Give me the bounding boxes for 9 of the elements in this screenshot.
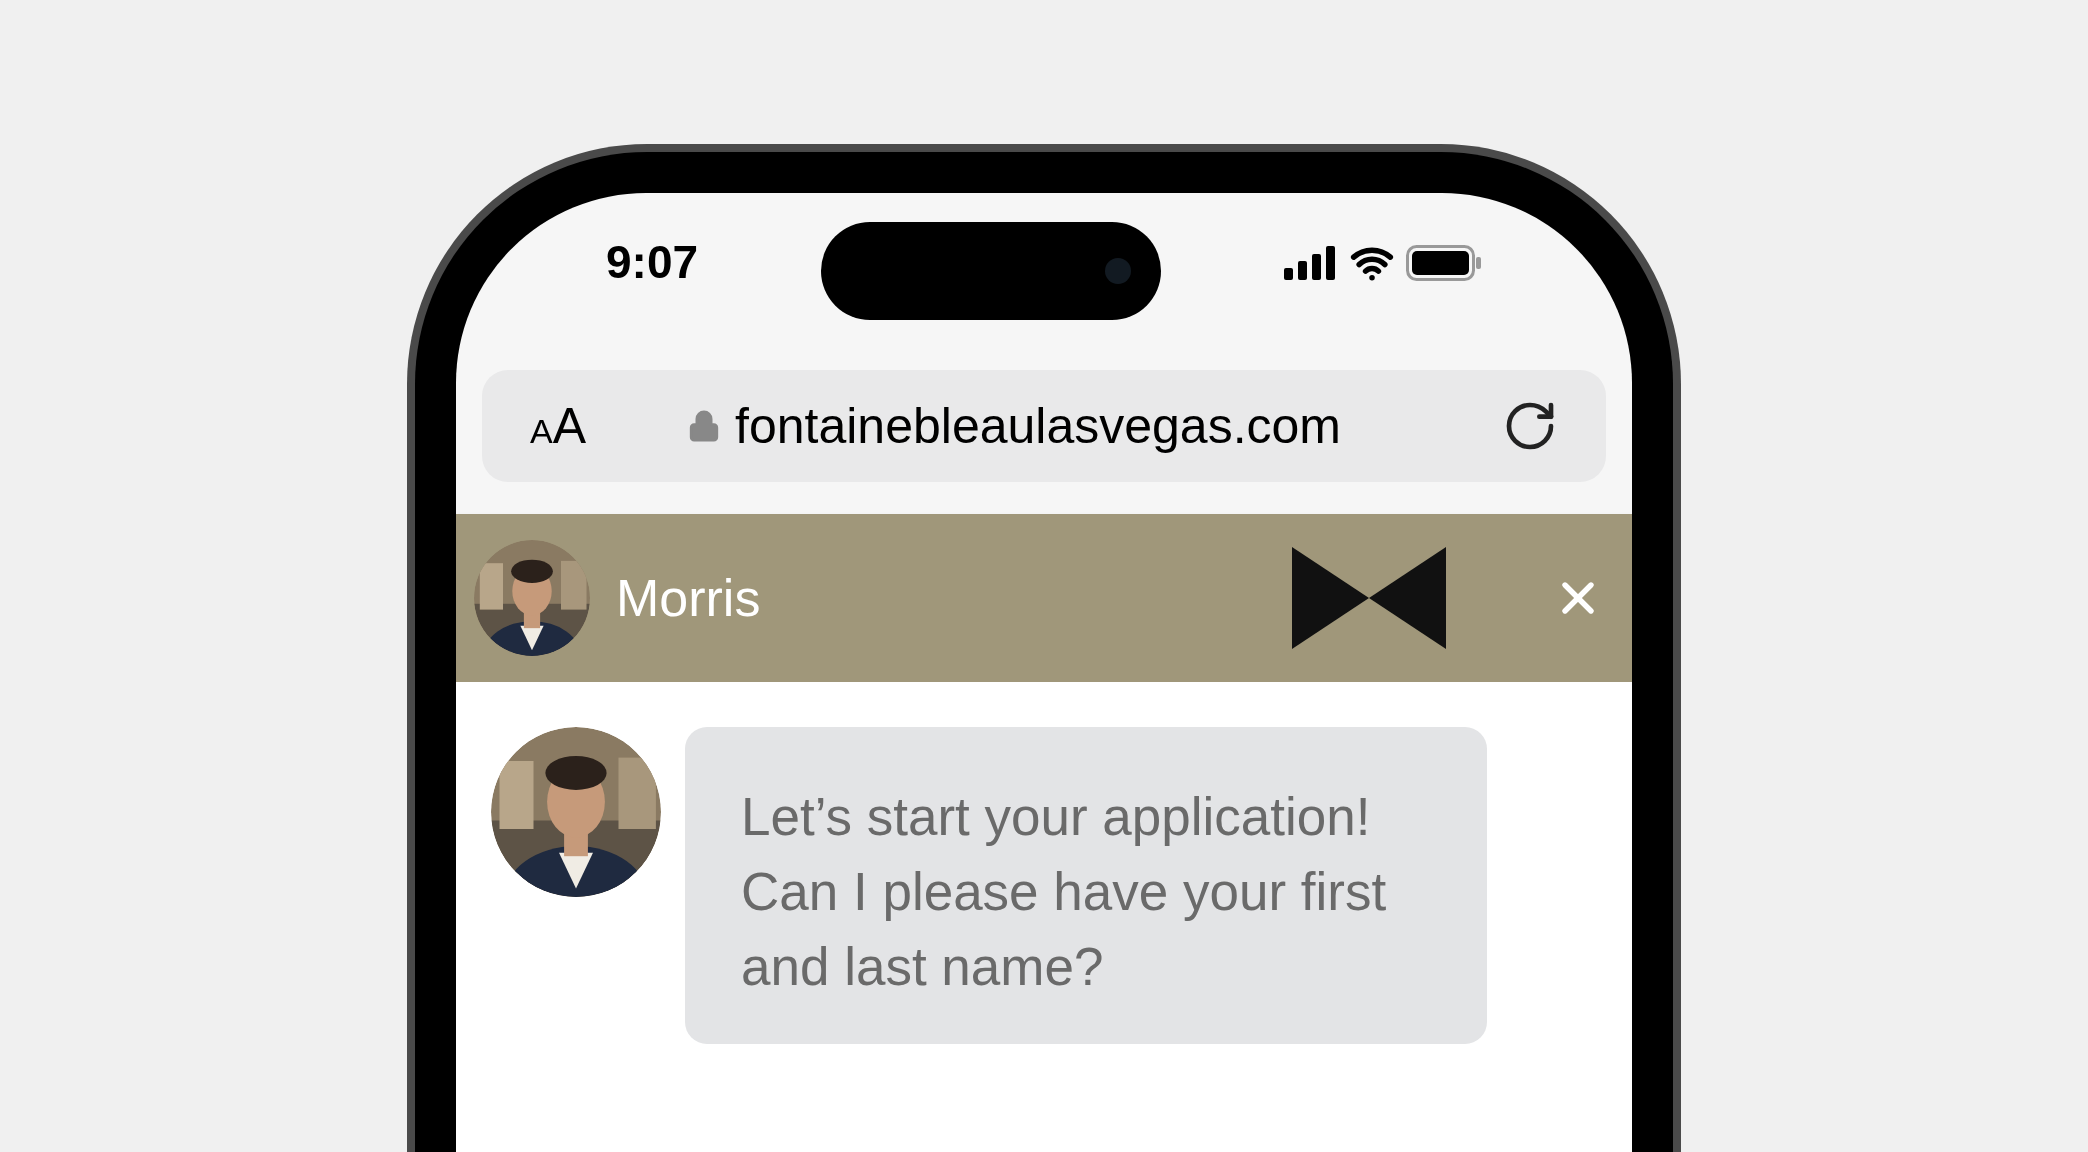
text-size-button[interactable]: AA — [530, 388, 587, 464]
url-text[interactable]: fontainebleaulasvegas.com — [735, 388, 1341, 464]
battery-icon — [1406, 245, 1482, 281]
signal-icon — [1284, 246, 1338, 280]
agent-name: Morris — [616, 568, 761, 629]
status-time: 9:07 — [606, 235, 699, 285]
camera-icon — [1105, 258, 1132, 284]
bowtie-logo-icon — [1292, 547, 1446, 649]
message-text: Let’s start your application! Can I please have your first and last name? — [741, 786, 1388, 998]
